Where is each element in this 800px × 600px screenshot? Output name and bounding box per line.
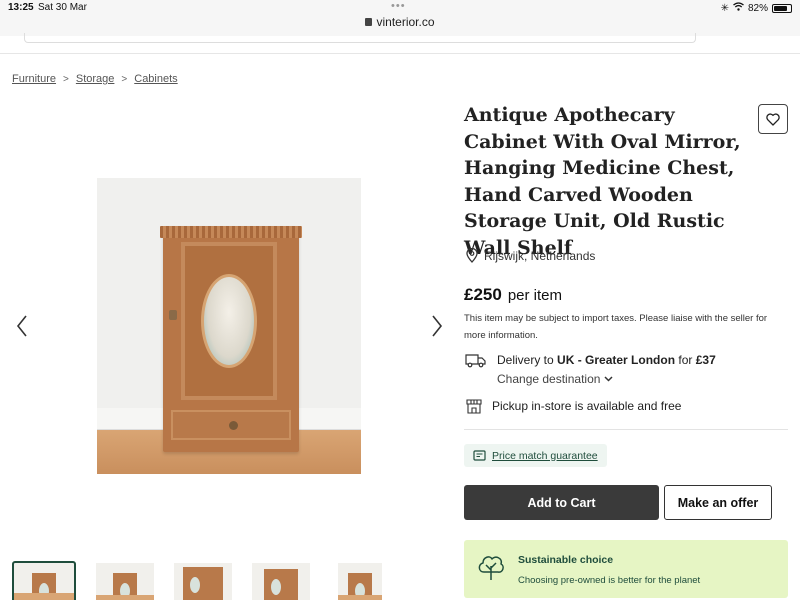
product-title: Antique Apothecary Cabinet With Oval Mir… xyxy=(464,104,741,259)
delivery-prefix: Delivery to xyxy=(497,353,558,367)
price-block: £250 per item xyxy=(464,285,562,305)
product-location: Rijswijk, Netherlands xyxy=(466,248,595,263)
delivery-destination: UK - Greater London xyxy=(557,353,676,367)
thumbnail-2[interactable] xyxy=(96,563,154,600)
price-tag-icon xyxy=(473,450,486,461)
battery-percent: 82% xyxy=(747,2,768,14)
status-bar: 13:25 Sat 30 Mar ••• vinterior.co ✳ 82% xyxy=(0,0,800,36)
chevron-right-icon: > xyxy=(121,73,128,85)
status-date: Sat 30 Mar xyxy=(38,2,87,13)
chevron-left-icon xyxy=(16,315,27,337)
product-main-image[interactable] xyxy=(97,178,361,474)
delivery-for: for xyxy=(675,353,696,367)
add-to-cart-button[interactable]: Add to Cart xyxy=(464,485,659,520)
breadcrumb-furniture[interactable]: Furniture xyxy=(12,73,56,85)
status-time: 13:25 xyxy=(8,2,34,13)
price-unit: per item xyxy=(507,287,563,304)
url-text: vinterior.co xyxy=(376,15,435,29)
chevron-right-icon: > xyxy=(63,73,69,85)
status-icons: ✳ 82% xyxy=(721,2,792,14)
cabinet-illustration xyxy=(160,226,302,452)
delivery-line: Delivery to UK - Greater London for £37 xyxy=(497,353,716,367)
pickup-info: Pickup in-store is available and free xyxy=(466,398,681,414)
tree-icon xyxy=(478,556,504,580)
breadcrumb-storage[interactable]: Storage xyxy=(76,73,115,85)
favourite-button[interactable] xyxy=(758,104,788,134)
thumbnail-3[interactable] xyxy=(174,563,232,600)
delivery-cost: £37 xyxy=(695,353,716,367)
sustainable-choice-banner: Sustainable choice Choosing pre-owned is… xyxy=(464,540,788,598)
chevron-right-icon xyxy=(432,315,443,337)
breadcrumb: Furniture > Storage > Cabinets xyxy=(12,73,178,85)
breadcrumb-cabinets[interactable]: Cabinets xyxy=(134,73,177,85)
thumbnail-1[interactable] xyxy=(12,561,76,600)
gallery-prev-button[interactable] xyxy=(12,312,32,340)
lock-icon xyxy=(365,18,373,26)
thumbnail-5[interactable] xyxy=(338,563,382,600)
store-icon xyxy=(466,399,482,414)
cabinet-drawer xyxy=(171,410,291,440)
heart-icon xyxy=(766,112,780,126)
cabinet-crown xyxy=(160,226,302,238)
address-bar[interactable]: vinterior.co xyxy=(0,15,800,29)
price-match-label: Price match guarantee xyxy=(492,449,598,462)
change-destination-label: Change destination xyxy=(497,372,601,386)
door-latch xyxy=(169,310,177,320)
wifi-icon xyxy=(733,2,744,14)
signal-icon: ✳ xyxy=(720,2,729,14)
header-divider xyxy=(0,53,800,54)
battery-icon xyxy=(772,3,792,13)
delivery-info: Delivery to UK - Greater London for £37 … xyxy=(465,353,716,386)
change-destination-link[interactable]: Change destination xyxy=(497,372,716,386)
gallery-next-button[interactable] xyxy=(427,312,447,340)
pickup-text: Pickup in-store is available and free xyxy=(492,399,682,413)
thumbnail-strip xyxy=(12,561,432,600)
sustainable-subtext: Choosing pre-owned is better for the pla… xyxy=(518,575,701,586)
location-text: Rijswijk, Netherlands xyxy=(484,248,596,263)
chevron-down-icon xyxy=(604,376,613,382)
location-pin-icon xyxy=(466,248,478,263)
drawer-knob xyxy=(229,421,238,430)
search-bar-edge[interactable] xyxy=(24,33,696,43)
more-dots-icon[interactable]: ••• xyxy=(391,0,406,12)
cabinet-door xyxy=(181,242,277,400)
oval-mirror xyxy=(201,274,257,368)
sustainable-heading: Sustainable choice xyxy=(518,554,614,566)
import-tax-note: This item may be subject to import taxes… xyxy=(464,313,768,341)
thumbnail-4[interactable] xyxy=(252,563,310,600)
section-divider xyxy=(464,429,788,430)
price-value: £250 xyxy=(464,285,502,304)
delivery-truck-icon xyxy=(465,354,486,368)
make-offer-button[interactable]: Make an offer xyxy=(664,485,772,520)
price-match-link[interactable]: Price match guarantee xyxy=(464,444,607,467)
